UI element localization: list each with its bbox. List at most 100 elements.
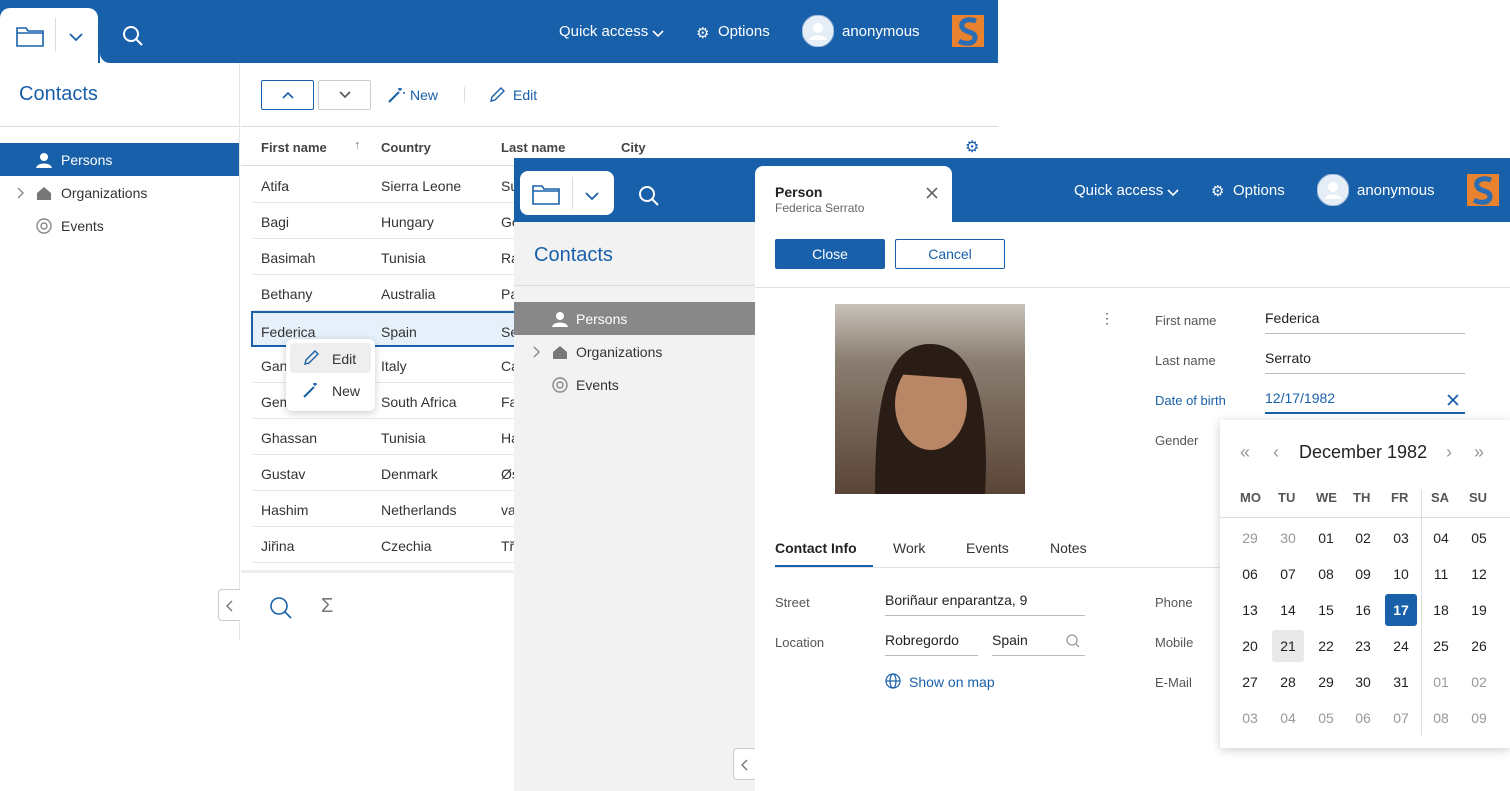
search-icon[interactable] bbox=[122, 25, 144, 50]
calendar-day[interactable]: 06 bbox=[1234, 558, 1266, 590]
calendar-day[interactable]: 03 bbox=[1385, 522, 1417, 554]
user-name[interactable]: anonymous bbox=[842, 23, 920, 40]
person-photo[interactable] bbox=[835, 304, 1025, 494]
calendar-day[interactable]: 27 bbox=[1234, 666, 1266, 698]
calendar-day[interactable]: 31 bbox=[1385, 666, 1417, 698]
calendar-day[interactable]: 16 bbox=[1347, 594, 1379, 626]
calendar-day[interactable]: 01 bbox=[1310, 522, 1342, 554]
app-switcher[interactable] bbox=[520, 171, 614, 215]
chevron-down-icon[interactable] bbox=[652, 26, 664, 42]
calendar-day[interactable]: 06 bbox=[1347, 702, 1379, 734]
calendar-month-title[interactable]: December 1982 bbox=[1299, 442, 1427, 463]
close-icon[interactable] bbox=[926, 186, 938, 202]
city-field[interactable]: Robregordo bbox=[885, 632, 978, 656]
avatar[interactable] bbox=[1316, 173, 1350, 207]
sort-asc-icon[interactable]: ↑ bbox=[354, 137, 361, 152]
quick-access-menu[interactable]: Quick access bbox=[1074, 182, 1163, 199]
calendar-day[interactable]: 26 bbox=[1463, 630, 1495, 662]
globe-icon[interactable] bbox=[885, 673, 901, 692]
calendar-day[interactable]: 11 bbox=[1425, 558, 1457, 590]
folder-icon[interactable] bbox=[16, 25, 44, 50]
calendar-day[interactable]: 18 bbox=[1425, 594, 1457, 626]
gear-icon[interactable]: ⚙ bbox=[696, 24, 709, 42]
sidebar-item-organizations[interactable]: Organizations bbox=[0, 176, 239, 209]
street-field[interactable]: Boriñaur enparantza, 9 bbox=[885, 592, 1085, 616]
person-tab[interactable]: Person Federica Serrato bbox=[755, 166, 952, 222]
cancel-button[interactable]: Cancel bbox=[895, 239, 1005, 269]
calendar-day[interactable]: 22 bbox=[1310, 630, 1342, 662]
gear-icon[interactable]: ⚙ bbox=[1211, 182, 1224, 200]
calendar-day[interactable]: 04 bbox=[1272, 702, 1304, 734]
settings-gear-icon[interactable]: ⚙ bbox=[965, 137, 979, 157]
calendar-day[interactable]: 09 bbox=[1463, 702, 1495, 734]
chevron-down-icon[interactable] bbox=[69, 29, 83, 45]
calendar-day[interactable]: 02 bbox=[1463, 666, 1495, 698]
calendar-day[interactable]: 25 bbox=[1425, 630, 1457, 662]
calendar-day[interactable]: 03 bbox=[1234, 702, 1266, 734]
calendar-day[interactable]: 04 bbox=[1425, 522, 1457, 554]
options-menu[interactable]: Options bbox=[1233, 182, 1285, 199]
column-city[interactable]: City bbox=[621, 140, 646, 155]
calendar-day[interactable]: 07 bbox=[1272, 558, 1304, 590]
edit-button[interactable]: Edit bbox=[513, 87, 537, 103]
collapse-sidebar-button[interactable] bbox=[733, 748, 755, 780]
folder-icon[interactable] bbox=[532, 183, 560, 208]
calendar-day[interactable]: 17 bbox=[1385, 594, 1417, 626]
calendar-day[interactable]: 29 bbox=[1234, 522, 1266, 554]
collapse-sidebar-button[interactable] bbox=[218, 589, 240, 621]
column-last-name[interactable]: Last name bbox=[501, 140, 565, 155]
pencil-icon[interactable] bbox=[488, 86, 506, 107]
calendar-day[interactable]: 28 bbox=[1272, 666, 1304, 698]
calendar-day[interactable]: 07 bbox=[1385, 702, 1417, 734]
calendar-day[interactable]: 10 bbox=[1385, 558, 1417, 590]
prev-month-button[interactable]: ‹ bbox=[1273, 442, 1279, 463]
calendar-day[interactable]: 14 bbox=[1272, 594, 1304, 626]
last-name-field[interactable]: Serrato bbox=[1265, 350, 1465, 374]
calendar-day[interactable]: 20 bbox=[1234, 630, 1266, 662]
column-first-name[interactable]: First name bbox=[261, 140, 327, 155]
tab-work[interactable]: Work bbox=[893, 540, 925, 556]
calendar-day[interactable]: 08 bbox=[1425, 702, 1457, 734]
calendar-day[interactable]: 23 bbox=[1347, 630, 1379, 662]
calendar-day[interactable]: 09 bbox=[1347, 558, 1379, 590]
next-month-button[interactable]: › bbox=[1446, 442, 1452, 463]
tab-contact-info[interactable]: Contact Info bbox=[775, 540, 857, 556]
calendar-day[interactable]: 30 bbox=[1347, 666, 1379, 698]
calendar-day[interactable]: 01 bbox=[1425, 666, 1457, 698]
options-menu[interactable]: Options bbox=[718, 23, 770, 40]
sidebar-item-events[interactable]: Events bbox=[0, 209, 239, 242]
chevron-down-icon[interactable] bbox=[1167, 185, 1179, 201]
sidebar-item-events[interactable]: Events bbox=[514, 368, 755, 401]
calendar-day[interactable]: 29 bbox=[1310, 666, 1342, 698]
chevron-right-icon[interactable] bbox=[532, 345, 542, 361]
context-menu-edit[interactable]: Edit bbox=[290, 343, 371, 373]
search-icon[interactable] bbox=[269, 596, 293, 623]
calendar-day[interactable]: 13 bbox=[1234, 594, 1266, 626]
chevron-down-icon[interactable] bbox=[585, 188, 599, 204]
move-up-button[interactable] bbox=[261, 80, 314, 110]
user-name[interactable]: anonymous bbox=[1357, 182, 1435, 199]
app-switcher[interactable] bbox=[0, 8, 98, 63]
calendar-day[interactable]: 08 bbox=[1310, 558, 1342, 590]
context-menu-new[interactable]: New bbox=[290, 375, 371, 405]
calendar-day[interactable]: 21 bbox=[1272, 630, 1304, 662]
search-icon[interactable] bbox=[1066, 634, 1080, 651]
move-down-button[interactable] bbox=[318, 80, 371, 110]
tab-events[interactable]: Events bbox=[966, 540, 1009, 556]
show-on-map-link[interactable]: Show on map bbox=[909, 674, 995, 690]
next-year-button[interactable]: » bbox=[1474, 442, 1484, 463]
calendar-day[interactable]: 12 bbox=[1463, 558, 1495, 590]
more-options-icon[interactable]: ⋮ bbox=[1100, 310, 1114, 327]
date-of-birth-field[interactable]: 12/17/1982 bbox=[1265, 390, 1465, 414]
calendar-day[interactable]: 24 bbox=[1385, 630, 1417, 662]
wand-icon[interactable] bbox=[387, 86, 405, 107]
sidebar-item-persons[interactable]: Persons bbox=[514, 302, 755, 335]
calendar-day[interactable]: 05 bbox=[1310, 702, 1342, 734]
calendar-day[interactable]: 30 bbox=[1272, 522, 1304, 554]
sidebar-item-organizations[interactable]: Organizations bbox=[514, 335, 755, 368]
calendar-day[interactable]: 05 bbox=[1463, 522, 1495, 554]
prev-year-button[interactable]: « bbox=[1240, 442, 1250, 463]
sum-icon[interactable]: Σ bbox=[321, 595, 333, 618]
sidebar-item-persons[interactable]: Persons bbox=[0, 143, 239, 176]
first-name-field[interactable]: Federica bbox=[1265, 310, 1465, 334]
